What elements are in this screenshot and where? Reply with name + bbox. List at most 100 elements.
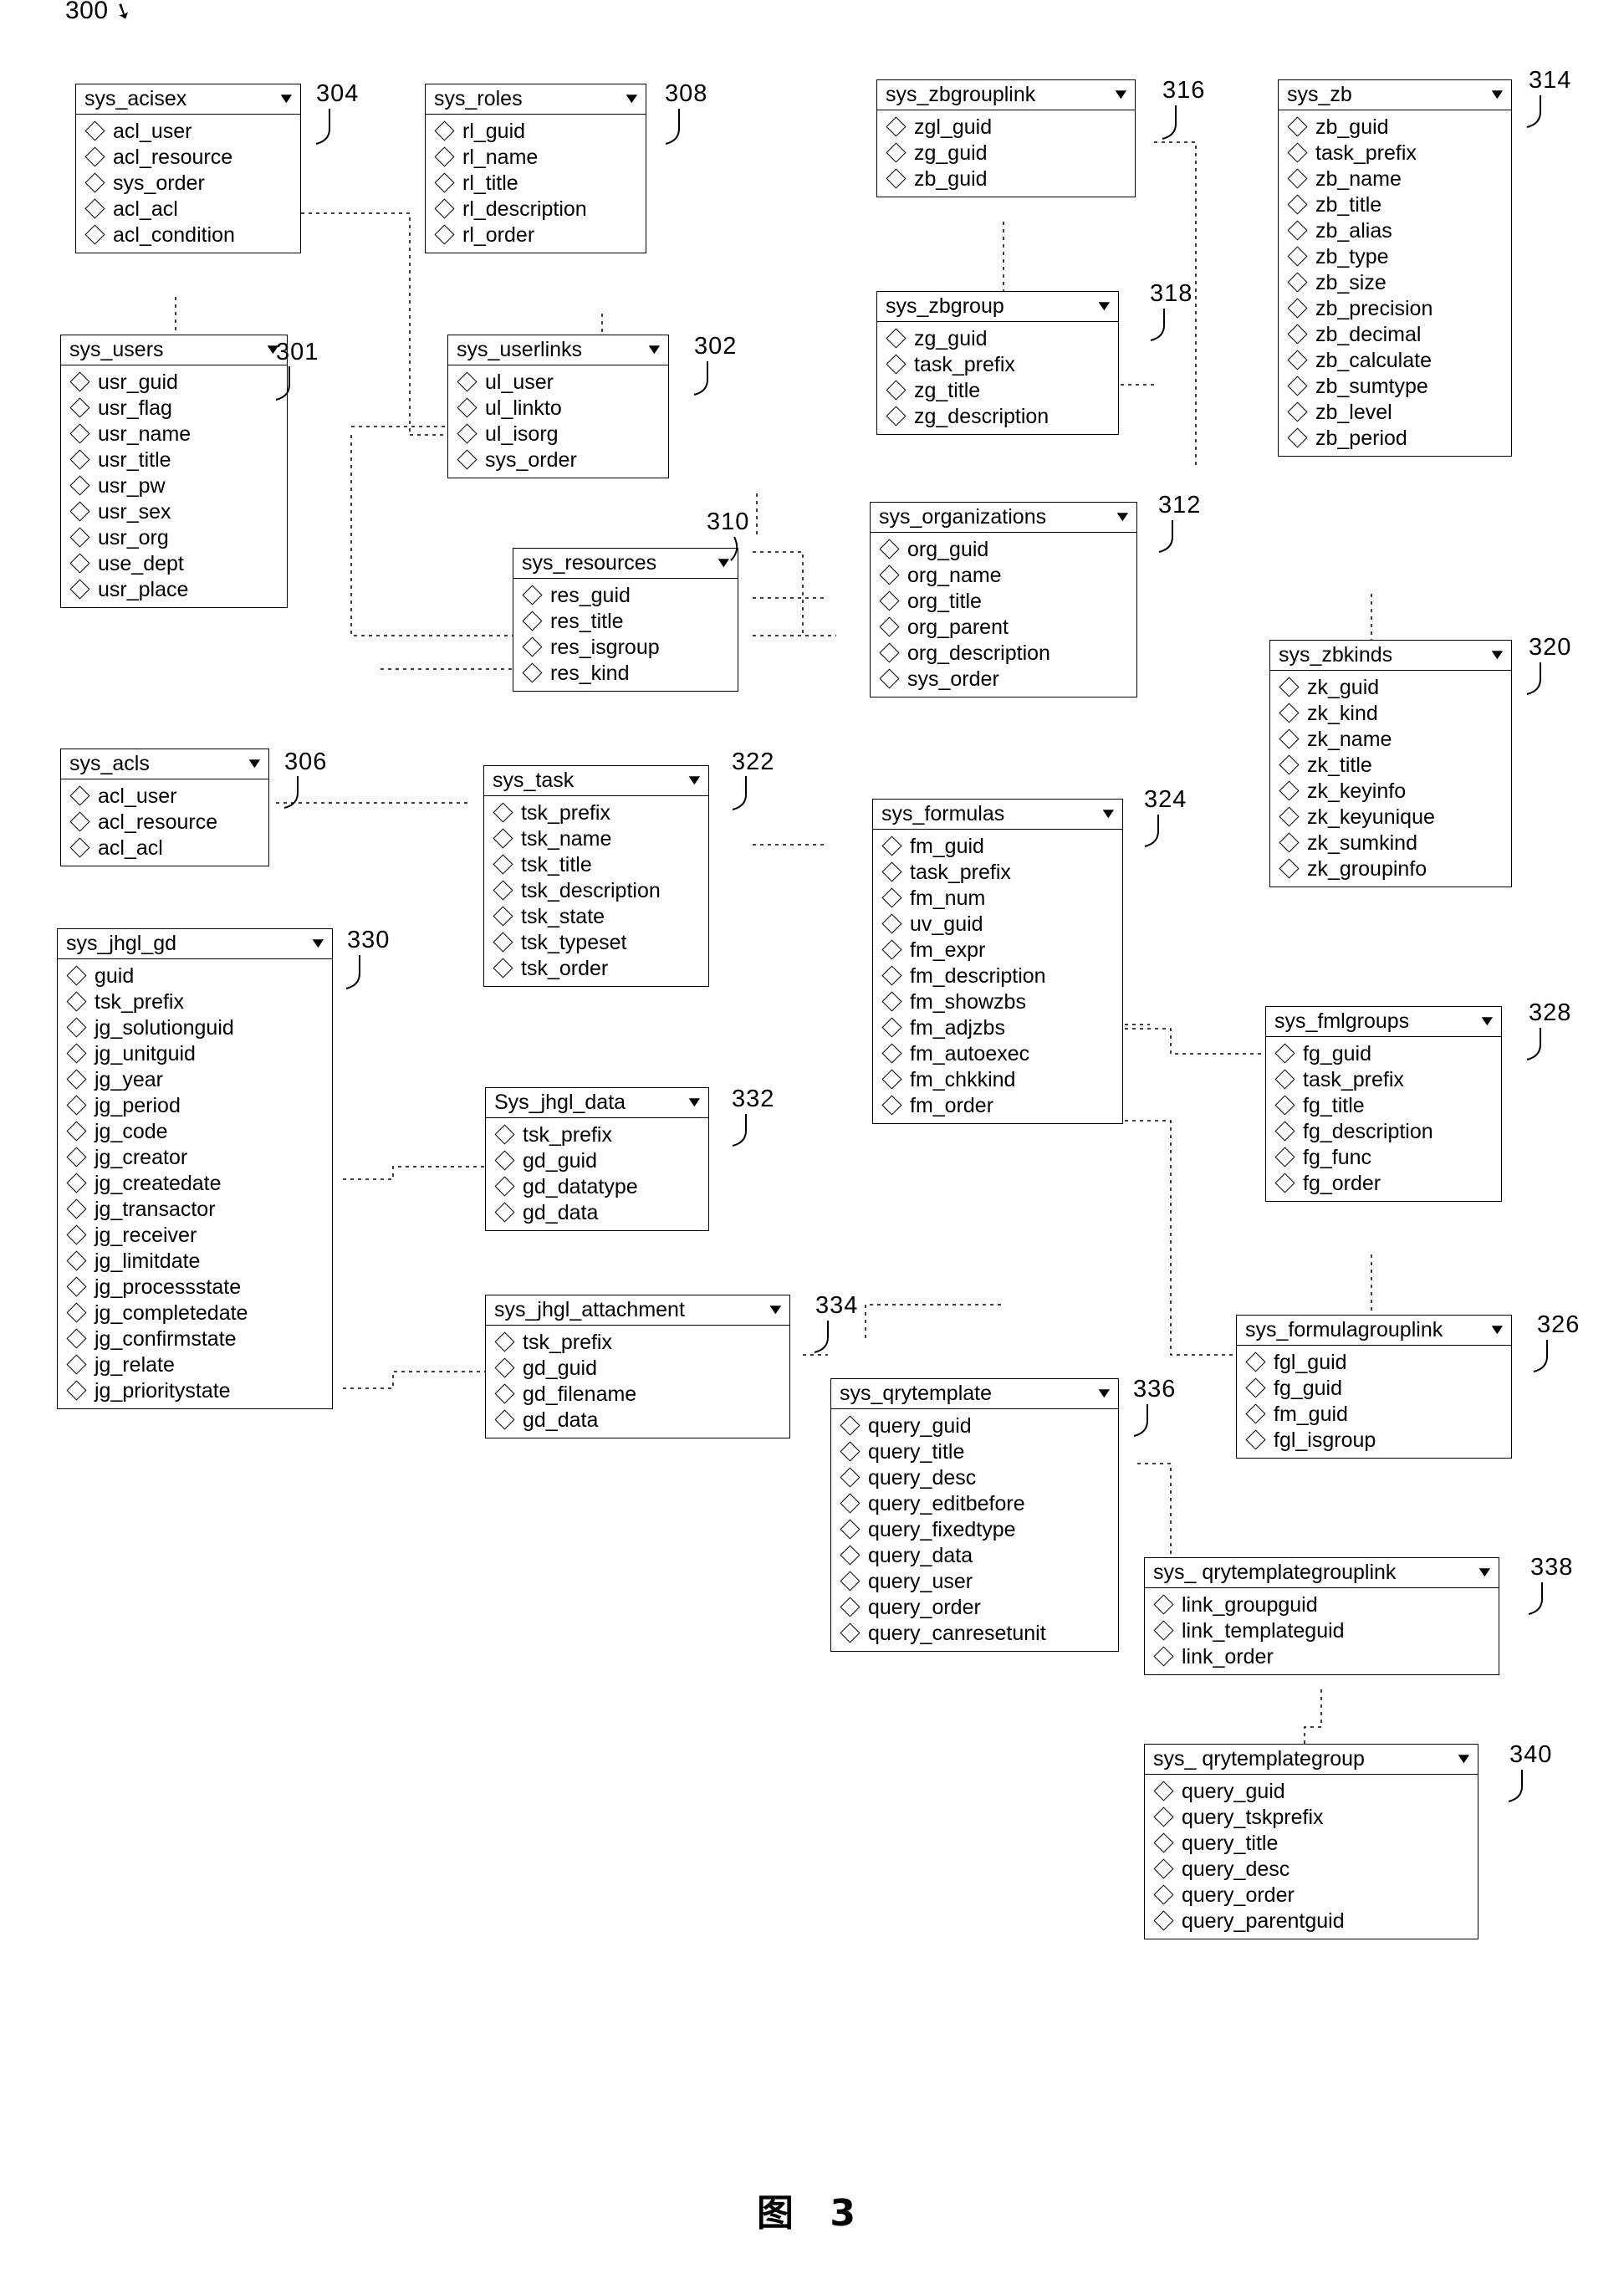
entity-field: query_tskprefix — [1145, 1804, 1478, 1830]
chevron-down-icon[interactable]: ▼ — [1475, 1565, 1494, 1579]
entity-sys_userlinks[interactable]: sys_userlinks ▼ ul_user ul_linkto ul_iso… — [447, 335, 669, 479]
diamond-icon — [69, 501, 90, 522]
chevron-down-icon[interactable]: ▼ — [1111, 87, 1131, 101]
entity-header[interactable]: sys_zbgroup ▼ — [877, 292, 1118, 323]
chevron-down-icon[interactable]: ▼ — [1095, 299, 1114, 313]
entity-sys_jhgl_gd[interactable]: sys_jhgl_gd ▼ guid tsk_prefix jg_solutio… — [57, 928, 333, 1410]
entity-field: query_title — [1145, 1830, 1478, 1856]
entity-sys_roles[interactable]: sys_roles ▼ rl_guid rl_name rl_title rl_… — [425, 84, 646, 254]
diamond-icon — [840, 1545, 861, 1566]
diamond-icon — [1153, 1806, 1174, 1827]
field-label: zk_guid — [1307, 675, 1380, 699]
diamond-icon — [879, 590, 900, 611]
entity-sys_qrytemplategroup[interactable]: sys_ qrytemplategroup ▼ query_guid query… — [1144, 1744, 1478, 1940]
field-label: sys_order — [907, 667, 999, 691]
entity-sys_jhgl_data[interactable]: Sys_jhgl_data ▼ tsk_prefix gd_guid gd_da… — [485, 1087, 709, 1232]
entity-header[interactable]: sys_formulagrouplink ▼ — [1237, 1316, 1511, 1346]
field-label: query_tskprefix — [1182, 1805, 1324, 1829]
diamond-icon — [1153, 1781, 1174, 1801]
entity-header[interactable]: sys_userlinks ▼ — [448, 335, 668, 366]
entity-sys_users[interactable]: sys_users ▼ usr_guid usr_flag usr_name u… — [60, 335, 288, 609]
field-label: acl_acl — [113, 197, 178, 221]
entity-header[interactable]: sys_organizations ▼ — [871, 503, 1136, 534]
entity-header[interactable]: sys_fmlgroups ▼ — [1266, 1007, 1501, 1038]
entity-sys_qrytemplate[interactable]: sys_qrytemplate ▼ query_guid query_title… — [830, 1378, 1119, 1653]
entity-header[interactable]: sys_qrytemplate ▼ — [831, 1379, 1118, 1410]
entity-sys_task[interactable]: sys_task ▼ tsk_prefix tsk_name tsk_title… — [483, 765, 709, 988]
entity-field: gd_datatype — [486, 1173, 708, 1199]
field-label: query_desc — [868, 1465, 977, 1490]
entity-header[interactable]: sys_acisex ▼ — [76, 84, 300, 115]
chevron-down-icon[interactable]: ▼ — [1488, 1322, 1507, 1336]
chevron-down-icon[interactable]: ▼ — [1478, 1014, 1497, 1028]
entity-field: zb_sumtype — [1279, 373, 1511, 399]
entity-header[interactable]: sys_zbkinds ▼ — [1270, 641, 1511, 672]
entity-header[interactable]: sys_roles ▼ — [426, 84, 646, 115]
entity-field: query_order — [831, 1594, 1118, 1620]
figure-caption: 图 3 — [757, 2192, 867, 2235]
callout-312: 312 — [1158, 492, 1202, 519]
entity-sys_acls[interactable]: sys_acls ▼ acl_user acl_resource acl_acl — [60, 749, 269, 867]
chevron-down-icon[interactable]: ▼ — [1113, 509, 1132, 524]
chevron-down-icon[interactable]: ▼ — [1099, 806, 1118, 820]
field-label: tsk_prefix — [523, 1330, 612, 1354]
entity-sys_qrytemplategrouplink[interactable]: sys_ qrytemplategrouplink ▼ link_groupgu… — [1144, 1557, 1499, 1676]
chevron-down-icon[interactable]: ▼ — [645, 342, 664, 356]
entity-field-list: tsk_prefix gd_guid gd_datatype gd_data — [486, 1118, 708, 1230]
entity-sys_organizations[interactable]: sys_organizations ▼ org_guid org_name or… — [870, 502, 1137, 698]
diamond-icon — [69, 553, 90, 574]
field-label: zk_kind — [1307, 701, 1378, 725]
entity-header[interactable]: sys_task ▼ — [484, 766, 708, 797]
field-label: fg_guid — [1274, 1376, 1343, 1400]
entity-header[interactable]: sys_users ▼ — [61, 335, 287, 366]
chevron-down-icon[interactable]: ▼ — [622, 91, 641, 105]
entity-sys_jhgl_attachment[interactable]: sys_jhgl_attachment ▼ tsk_prefix gd_guid… — [485, 1295, 790, 1439]
entity-header[interactable]: sys_ qrytemplategrouplink ▼ — [1145, 1558, 1499, 1589]
chevron-down-icon[interactable]: ▼ — [1488, 647, 1507, 662]
entity-header[interactable]: sys_acls ▼ — [61, 749, 268, 780]
chevron-down-icon[interactable]: ▼ — [685, 1095, 704, 1109]
field-label: use_dept — [98, 551, 184, 575]
entity-field: zb_level — [1279, 399, 1511, 425]
diamond-icon — [1279, 858, 1300, 879]
entity-header[interactable]: sys_jhgl_attachment ▼ — [486, 1295, 789, 1326]
chevron-down-icon[interactable]: ▼ — [1488, 87, 1507, 101]
entity-header[interactable]: sys_ qrytemplategroup ▼ — [1145, 1745, 1478, 1776]
diamond-icon — [522, 585, 543, 606]
entity-field: org_description — [871, 640, 1136, 666]
entity-header[interactable]: sys_formulas ▼ — [873, 800, 1122, 830]
entity-sys_zb[interactable]: sys_zb ▼ zb_guid task_prefix zb_name zb_… — [1278, 79, 1512, 457]
entity-sys_zbgroup[interactable]: sys_zbgroup ▼ zg_guid task_prefix zg_tit… — [876, 291, 1119, 436]
chevron-down-icon[interactable]: ▼ — [277, 91, 296, 105]
field-label: gd_data — [523, 1408, 599, 1432]
entity-header[interactable]: Sys_jhgl_data ▼ — [486, 1088, 708, 1119]
field-label: sys_order — [485, 447, 577, 472]
chevron-down-icon[interactable]: ▼ — [1454, 1751, 1473, 1765]
entity-header[interactable]: sys_jhgl_gd ▼ — [58, 929, 332, 960]
entity-sys_zbgrouplink[interactable]: sys_zbgrouplink ▼ zgl_guid zg_guid zb_gu… — [876, 79, 1136, 198]
leader-line-304 — [311, 107, 361, 157]
entity-sys_formulagrouplink[interactable]: sys_formulagrouplink ▼ fgl_guid fg_guid … — [1236, 1315, 1512, 1459]
field-label: fm_order — [910, 1093, 994, 1117]
chevron-down-icon[interactable]: ▼ — [309, 936, 328, 950]
field-label: res_isgroup — [550, 635, 660, 659]
entity-header[interactable]: sys_zb ▼ — [1279, 80, 1511, 111]
entity-field: ul_isorg — [448, 421, 668, 447]
entity-header[interactable]: sys_resources ▼ — [513, 549, 738, 580]
entity-sys_acisex[interactable]: sys_acisex ▼ acl_user acl_resource sys_o… — [75, 84, 301, 254]
entity-sys_formulas[interactable]: sys_formulas ▼ fm_guid task_prefix fm_nu… — [872, 799, 1123, 1125]
entity-sys_zbkinds[interactable]: sys_zbkinds ▼ zk_guid zk_kind zk_name zk… — [1269, 640, 1512, 888]
entity-field: rl_order — [426, 222, 646, 248]
entity-header[interactable]: sys_zbgrouplink ▼ — [877, 80, 1135, 111]
chevron-down-icon[interactable]: ▼ — [714, 555, 733, 570]
entity-field: acl_resource — [76, 144, 300, 170]
leader-line-340 — [1507, 1768, 1557, 1818]
entity-sys_fmlgroups[interactable]: sys_fmlgroups ▼ fg_guid task_prefix fg_t… — [1265, 1006, 1502, 1203]
entity-field: query_data — [831, 1542, 1118, 1568]
chevron-down-icon[interactable]: ▼ — [685, 773, 704, 787]
entity-sys_resources[interactable]: sys_resources ▼ res_guid res_title res_i… — [513, 548, 738, 692]
chevron-down-icon[interactable]: ▼ — [1095, 1386, 1114, 1400]
chevron-down-icon[interactable]: ▼ — [245, 756, 264, 770]
field-label: ul_linkto — [485, 396, 562, 420]
chevron-down-icon[interactable]: ▼ — [766, 1302, 785, 1316]
